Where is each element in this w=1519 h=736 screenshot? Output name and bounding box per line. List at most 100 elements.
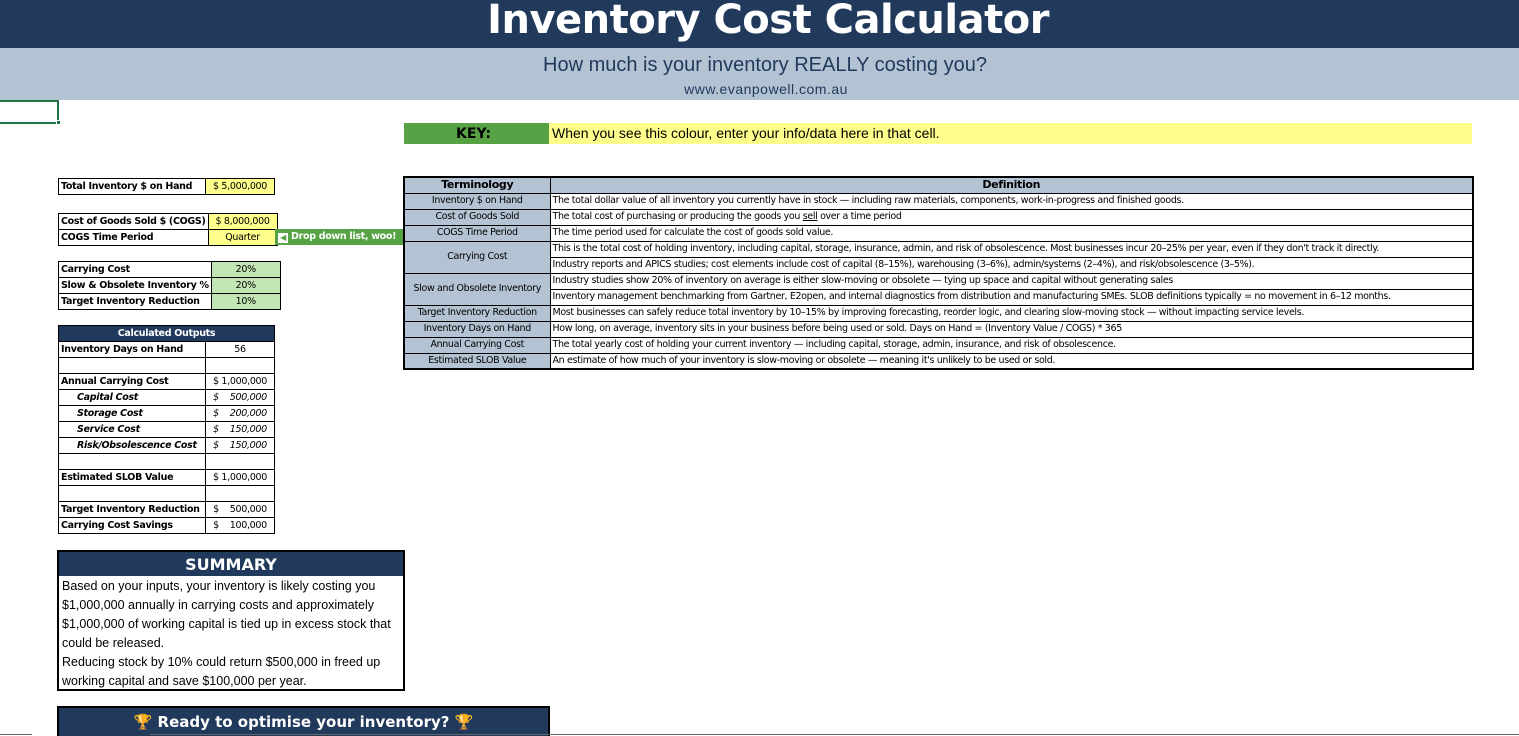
- cogs-period-label: COGS Time Period: [58, 229, 209, 246]
- table-row: [58, 485, 275, 502]
- term-name: Estimated SLOB Value: [403, 352, 551, 370]
- term-definition: Most businesses can safely reduce total …: [549, 304, 1474, 322]
- days-on-hand-value: 56: [205, 341, 275, 358]
- terminology-header: Terminology: [403, 176, 551, 194]
- table-row: Estimated SLOB Value An estimate of how …: [403, 352, 1474, 370]
- term-name: COGS Time Period: [403, 224, 551, 242]
- annual-carrying-label: Annual Carrying Cost: [58, 373, 206, 390]
- table-row: Inventory Days on Hand How long, on aver…: [403, 320, 1474, 338]
- table-row: Cost of Goods Sold The total cost of pur…: [403, 208, 1474, 226]
- input-cogs-table: Cost of Goods Sold $ (COGS) $ 8,000,000 …: [58, 213, 278, 246]
- service-cost-value: $ 150,000: [205, 421, 275, 438]
- term-definition: Inventory management benchmarking from G…: [549, 288, 1474, 306]
- risk-cost-label: Risk/Obsolescence Cost: [58, 437, 206, 454]
- table-row: Total Inventory $ on Hand $ 5,000,000: [58, 178, 275, 195]
- table-row: [58, 357, 275, 374]
- term-definition: How long, on average, inventory sits in …: [549, 320, 1474, 338]
- term-definition: The total yearly cost of holding your cu…: [549, 336, 1474, 354]
- input-total-inventory-table: Total Inventory $ on Hand $ 5,000,000: [58, 178, 275, 195]
- term-name: Inventory $ on Hand: [403, 192, 551, 210]
- table-row: Annual Carrying Cost The total yearly co…: [403, 336, 1474, 354]
- input-rates-table: Carrying Cost 20% Slow & Obsolete Invent…: [58, 261, 281, 310]
- capital-cost-label: Capital Cost: [58, 389, 206, 406]
- term-name: Annual Carrying Cost: [403, 336, 551, 354]
- summary-box: SUMMARY Based on your inputs, your inven…: [57, 550, 405, 691]
- term-name: Slow and Obsolete Inventory: [403, 272, 551, 306]
- carrying-cost-input[interactable]: 20%: [210, 261, 281, 278]
- cogs-input[interactable]: $ 8,000,000: [207, 213, 278, 230]
- term-definition: Industry studies show 20% of inventory o…: [549, 272, 1474, 290]
- summary-heading: SUMMARY: [59, 552, 403, 576]
- term-name: Target Inventory Reduction: [403, 304, 551, 322]
- slob-estimate-value: $ 1,000,000: [205, 469, 275, 486]
- divider: [0, 734, 32, 735]
- term-definition-part: over a time period: [817, 211, 902, 222]
- terminology-table: Terminology Definition Inventory $ on Ha…: [403, 176, 1474, 370]
- term-definition: Industry reports and APICS studies; cost…: [549, 256, 1474, 274]
- table-row: Target Inventory Reduction 10%: [58, 293, 281, 310]
- empty-cell: [58, 357, 206, 374]
- cta-text: Ready to optimise your inventory?: [157, 713, 450, 731]
- storage-cost-value: $ 200,000: [205, 405, 275, 422]
- term-definition: An estimate of how much of your inventor…: [549, 352, 1474, 370]
- table-row: Inventory management benchmarking from G…: [404, 288, 1474, 306]
- total-inventory-input[interactable]: $ 5,000,000: [205, 178, 275, 195]
- table-row: Industry reports and APICS studies; cost…: [404, 256, 1474, 274]
- capital-cost-value: $ 500,000: [205, 389, 275, 406]
- divider: [150, 734, 1519, 735]
- page-subtitle: How much is your inventory REALLY costin…: [543, 54, 987, 76]
- term-name: Cost of Goods Sold: [403, 208, 551, 226]
- table-row: Cost of Goods Sold $ (COGS) $ 8,000,000: [58, 213, 278, 230]
- table-header-row: Terminology Definition: [403, 176, 1474, 194]
- table-row: Risk/Obsolescence Cost $ 150,000: [58, 437, 275, 454]
- term-definition: The total dollar value of all inventory …: [549, 192, 1474, 210]
- calculated-outputs-table: Calculated Outputs Inventory Days on Han…: [58, 325, 275, 534]
- service-cost-label: Service Cost: [58, 421, 206, 438]
- slob-percent-label: Slow & Obsolete Inventory %: [58, 277, 212, 294]
- target-reduction-label: Target Inventory Reduction: [58, 293, 212, 310]
- cogs-label: Cost of Goods Sold $ (COGS): [58, 213, 209, 230]
- empty-cell: [205, 453, 275, 470]
- page-title: Inventory Cost Calculator: [487, 0, 1049, 43]
- table-row: Target Inventory Reduction $ 500,000: [58, 501, 275, 518]
- carrying-savings-label: Carrying Cost Savings: [58, 517, 206, 534]
- slob-percent-input[interactable]: 20%: [210, 277, 281, 294]
- definition-header: Definition: [549, 176, 1474, 194]
- trophy-icon: 🏆: [454, 713, 474, 731]
- term-name: Inventory Days on Hand: [403, 320, 551, 338]
- table-row: Carrying Cost 20%: [58, 261, 281, 278]
- empty-cell: [205, 485, 275, 502]
- table-row: Calculated Outputs: [58, 325, 275, 342]
- target-reduction-output-value: $ 500,000: [205, 501, 275, 518]
- cogs-period-dropdown[interactable]: Quarter: [207, 229, 278, 246]
- dropdown-note-text: Drop down list, woo!: [291, 231, 397, 242]
- summary-line: Reducing stock by 10% could return $500,…: [62, 655, 381, 688]
- empty-cell: [58, 485, 206, 502]
- target-reduction-input[interactable]: 10%: [210, 293, 281, 310]
- trophy-icon: 🏆: [133, 713, 153, 731]
- arrow-left-icon: ◀: [278, 233, 288, 243]
- summary-body: Based on your inputs, your inventory is …: [59, 576, 403, 692]
- cta-banner[interactable]: 🏆 Ready to optimise your inventory? 🏆: [57, 706, 550, 736]
- fill-handle[interactable]: [56, 120, 61, 125]
- storage-cost-label: Storage Cost: [58, 405, 206, 422]
- table-row: Storage Cost $ 200,000: [58, 405, 275, 422]
- term-definition: The total cost of purchasing or producin…: [549, 208, 1474, 226]
- table-row: Target Inventory Reduction Most business…: [403, 304, 1474, 322]
- carrying-savings-value: $ 100,000: [205, 517, 275, 534]
- website-link[interactable]: www.evanpowell.com.au: [0, 81, 1519, 97]
- empty-cell: [205, 357, 275, 374]
- empty-cell: [58, 453, 206, 470]
- table-row: Estimated SLOB Value $ 1,000,000: [58, 469, 275, 486]
- key-label: KEY:: [404, 123, 549, 144]
- calculated-outputs-heading: Calculated Outputs: [58, 325, 275, 342]
- carrying-cost-label: Carrying Cost: [58, 261, 212, 278]
- dropdown-note: ◀ Drop down list, woo!: [275, 229, 404, 245]
- table-row: Service Cost $ 150,000: [58, 421, 275, 438]
- term-name: Carrying Cost: [403, 240, 551, 274]
- risk-cost-value: $ 150,000: [205, 437, 275, 454]
- selected-cell[interactable]: [0, 100, 59, 124]
- term-definition-underlined: sell: [802, 211, 818, 222]
- table-row: Capital Cost $ 500,000: [58, 389, 275, 406]
- term-definition-part: The total cost of purchasing or producin…: [552, 211, 803, 222]
